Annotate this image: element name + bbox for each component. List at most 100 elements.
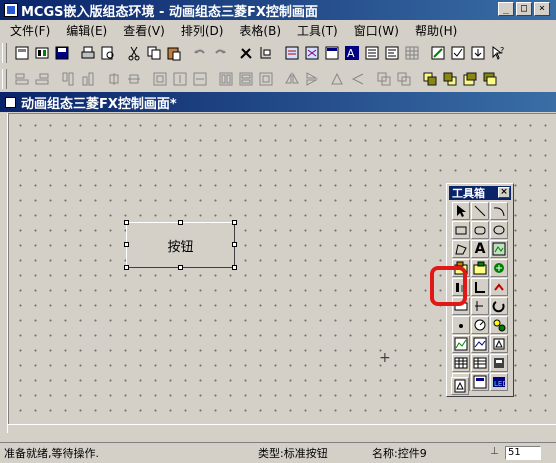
group-icon[interactable] — [256, 70, 275, 89]
rotary-knob-tool-icon[interactable] — [490, 297, 508, 315]
polygon-tool-icon[interactable] — [452, 240, 470, 258]
flip-horizontal-icon[interactable] — [282, 70, 301, 89]
window-list-icon[interactable] — [302, 44, 321, 63]
resize-handle-ne[interactable] — [232, 220, 237, 225]
list-box-tool-icon[interactable] — [471, 373, 489, 391]
new-icon[interactable] — [12, 44, 31, 63]
arc-tool-icon[interactable] — [490, 202, 508, 220]
close-button[interactable]: × — [534, 2, 550, 16]
layer-front-icon[interactable] — [420, 70, 439, 89]
component-library2-icon[interactable] — [471, 259, 489, 277]
help-cursor-icon[interactable]: ? — [488, 44, 507, 63]
led-display-tool-icon[interactable]: LED — [490, 373, 508, 391]
menu-view[interactable]: 查看(V) — [113, 22, 171, 39]
bitmap-tool-icon[interactable] — [490, 240, 508, 258]
rotate-right-icon[interactable] — [348, 70, 367, 89]
horizontal-scrollbar[interactable] — [8, 424, 556, 442]
save-icon[interactable] — [52, 44, 71, 63]
trend-curve-tool-icon[interactable] — [452, 335, 470, 353]
space-across-icon[interactable] — [216, 70, 235, 89]
resize-handle-se[interactable] — [232, 265, 237, 270]
space-down-icon[interactable] — [236, 70, 255, 89]
input-box-tool-icon[interactable] — [452, 316, 470, 334]
align-left-icon[interactable] — [12, 70, 31, 89]
highlight-annotation — [430, 266, 467, 306]
window-controls: _ □ × — [498, 2, 550, 16]
align-right-icon[interactable] — [32, 70, 51, 89]
layer-back-icon[interactable] — [440, 70, 459, 89]
font-icon[interactable]: A — [342, 44, 361, 63]
pipe-tool-icon[interactable] — [471, 278, 489, 296]
print-icon[interactable] — [78, 44, 97, 63]
resize-handle-e[interactable] — [232, 242, 237, 247]
align-bottom-icon[interactable] — [78, 70, 97, 89]
copy-icon[interactable] — [144, 44, 163, 63]
same-height-icon[interactable] — [170, 70, 189, 89]
grid-icon[interactable] — [402, 44, 421, 63]
rounded-rect-tool-icon[interactable] — [471, 221, 489, 239]
window-manager-icon[interactable] — [282, 44, 301, 63]
insert-element-icon[interactable] — [490, 259, 508, 277]
center-horizontal-icon[interactable] — [104, 70, 123, 89]
meter-tool-icon[interactable] — [471, 316, 489, 334]
check-icon[interactable] — [448, 44, 467, 63]
paste-icon[interactable] — [164, 44, 183, 63]
resize-handle-sw[interactable] — [124, 265, 129, 270]
layer-down-icon[interactable] — [480, 70, 499, 89]
menu-arrange[interactable]: 排列(D) — [171, 22, 230, 39]
properties-icon[interactable] — [256, 44, 275, 63]
rectangle-tool-icon[interactable] — [452, 221, 470, 239]
slider-tool-icon[interactable] — [490, 316, 508, 334]
tools-icon[interactable] — [236, 44, 255, 63]
resize-handle-s[interactable] — [178, 265, 183, 270]
layer-up-icon[interactable] — [460, 70, 479, 89]
line-style-icon[interactable] — [362, 44, 381, 63]
alarm-display-tool-icon[interactable] — [490, 335, 508, 353]
symbol-tool-icon[interactable] — [490, 278, 508, 296]
status-message: 准备就绪,等待操作. — [4, 447, 99, 460]
open-icon[interactable] — [32, 44, 51, 63]
menu-tools[interactable]: 工具(T) — [287, 22, 344, 39]
toolbox-close-button[interactable]: × — [498, 187, 510, 198]
align-list-icon[interactable] — [382, 44, 401, 63]
flip-vertical-icon[interactable] — [302, 70, 321, 89]
minimize-button[interactable]: _ — [498, 2, 514, 16]
ellipse-tool-icon[interactable] — [490, 221, 508, 239]
pointer-tool-icon[interactable] — [452, 202, 470, 220]
text-tool-icon[interactable]: A — [471, 240, 489, 258]
center-vertical-icon[interactable] — [124, 70, 143, 89]
device-window-icon[interactable] — [322, 44, 341, 63]
bring-front-icon[interactable] — [374, 70, 393, 89]
menu-file[interactable]: 文件(F) — [0, 22, 56, 39]
menu-window[interactable]: 窗口(W) — [344, 22, 405, 39]
same-width-icon[interactable] — [150, 70, 169, 89]
redo-icon[interactable] — [210, 44, 229, 63]
storage-tool-icon[interactable] — [490, 354, 508, 372]
resize-handle-n[interactable] — [178, 220, 183, 225]
preview-icon[interactable] — [98, 44, 117, 63]
history-table-tool-icon[interactable] — [471, 354, 489, 372]
edit-mode-icon[interactable] — [428, 44, 447, 63]
motion-button-tool-icon[interactable] — [471, 297, 489, 315]
resize-handle-nw[interactable] — [124, 220, 129, 225]
same-size-icon[interactable] — [190, 70, 209, 89]
menu-table[interactable]: 表格(B) — [229, 22, 287, 39]
svg-text:?: ? — [500, 46, 504, 55]
download-icon[interactable] — [468, 44, 487, 63]
line-tool-icon[interactable] — [471, 202, 489, 220]
custom-table-tool-icon[interactable] — [452, 354, 470, 372]
window-title: MCGS嵌入版组态环境 - 动画组态三菱FX控制画面 — [21, 4, 318, 20]
resize-handle-w[interactable] — [124, 242, 129, 247]
standard-button-object[interactable]: 按钮 — [126, 222, 235, 268]
menu-edit[interactable]: 编辑(E) — [56, 22, 113, 39]
rotate-left-icon[interactable] — [328, 70, 347, 89]
document-title: 动画组态三菱FX控制画面* — [21, 96, 177, 112]
send-back-icon[interactable] — [394, 70, 413, 89]
align-top-icon[interactable] — [58, 70, 77, 89]
menu-help[interactable]: 帮助(H) — [405, 22, 463, 39]
cut-icon[interactable] — [124, 44, 143, 63]
report-tool-icon[interactable] — [451, 377, 469, 395]
history-curve-tool-icon[interactable] — [471, 335, 489, 353]
undo-icon[interactable] — [190, 44, 209, 63]
maximize-button[interactable]: □ — [516, 2, 532, 16]
